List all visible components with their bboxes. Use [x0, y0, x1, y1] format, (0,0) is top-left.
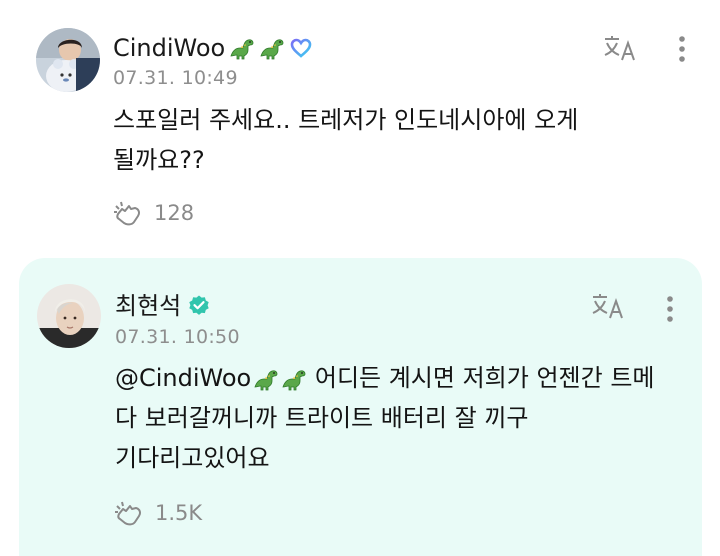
reply-translate-button[interactable]	[588, 288, 628, 324]
artist-reply-card: 최현석 07.31. 10:50 @CindiWoo 어디든 계시면 저희가 언…	[19, 258, 702, 556]
post-text: 스포일러 주세요.. 트레저가 인도네시아에 오게 될까요??	[113, 106, 579, 174]
reply-text: @CindiWoo 어디든 계시면 저희가 언젠간 트메 다 보러갈꺼니까 트라…	[115, 358, 675, 478]
reply-reaction-count: 1.5K	[155, 501, 203, 525]
cindiwoo-avatar[interactable]	[36, 28, 100, 92]
reply-reaction-button[interactable]: 1.5K	[113, 498, 202, 528]
reaction-icon	[114, 201, 140, 226]
post-author-name[interactable]: CindiWoo	[113, 34, 313, 62]
dinosaur-icon	[253, 367, 279, 391]
translate-button[interactable]	[600, 30, 640, 66]
reply-author-name[interactable]: 최현석	[115, 292, 211, 320]
heart-ring-icon	[290, 38, 312, 58]
dinosaur-icon	[281, 367, 307, 391]
choihyunsuk-avatar[interactable]	[37, 284, 101, 348]
post-reaction-count: 128	[154, 201, 195, 225]
kebab-menu-icon	[667, 296, 673, 322]
verified-check-icon	[189, 295, 209, 315]
reply-more-options-button[interactable]	[658, 292, 682, 326]
post-author-label: CindiWoo	[113, 34, 226, 62]
original-post: CindiWoo 07.31. 10:49 스포일러 주세요.. 트레저가 인도…	[0, 0, 720, 258]
reply-mention[interactable]: @CindiWoo	[115, 364, 251, 392]
post-timestamp: 07.31. 10:49	[113, 67, 238, 89]
dinosaur-icon	[259, 36, 285, 60]
translate-icon	[604, 36, 635, 61]
reply-timestamp: 07.31. 10:50	[115, 326, 240, 348]
reaction-icon	[115, 501, 141, 526]
more-options-button[interactable]	[670, 32, 694, 66]
dinosaur-icon	[229, 36, 255, 60]
reply-author-label: 최현석	[115, 292, 182, 320]
kebab-menu-icon	[679, 36, 685, 62]
translate-icon	[592, 294, 623, 319]
post-reaction-button[interactable]: 128	[112, 198, 194, 228]
